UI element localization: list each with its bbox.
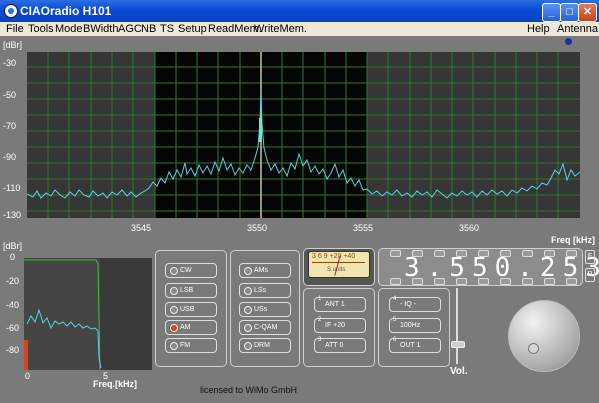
digit-down-arrow[interactable] [478,278,489,285]
y-tick: -130 [3,210,22,220]
s-meter: 3 6 9 +20 +40 S units [308,251,370,278]
r-button[interactable]: R [585,268,595,282]
knob-grip [528,343,539,354]
spectrum-plot[interactable] [27,52,580,218]
mode-cqam-button[interactable]: C-QAM [239,320,291,335]
volume-thumb[interactable] [451,341,465,348]
ant-button[interactable]: 1 ANT 1 [314,296,366,312]
filter-y-tick: -80 [6,345,20,355]
filter-unit: [dBr] [3,241,23,251]
iq-button[interactable]: 4- IQ - [389,296,441,312]
digit-down-arrow[interactable] [522,278,533,285]
digit-down-arrow[interactable] [434,278,445,285]
filter-passband [24,258,100,370]
digit-down-arrow[interactable] [544,278,555,285]
maximize-button[interactable]: □ [560,3,579,22]
mode-fm-button[interactable]: FM [165,338,217,353]
mode-cw-button[interactable]: CW [165,263,217,278]
mode-ams-button[interactable]: AMs [239,263,291,278]
menu-ts[interactable]: TS [160,23,174,35]
volume-track[interactable] [456,288,458,364]
menu-tools[interactable]: Tools [28,23,54,35]
spectrum-unit: [dBr] [3,40,23,50]
out-button[interactable]: 6 OUT 1 [389,337,441,353]
menu-antenna[interactable]: Antenna [557,23,598,35]
filter-x-tick: 0 [25,371,31,381]
if-gain-button[interactable]: 2 IF +20 [314,317,366,333]
minimize-button[interactable]: _ [542,3,561,22]
mode-am-button[interactable]: AM [165,320,217,335]
digit-down-arrow[interactable] [500,278,511,285]
filter-y-tick: -20 [6,276,20,286]
filter-plot[interactable] [24,258,152,370]
digit-down-arrow[interactable] [566,278,577,285]
att-button[interactable]: 3 ATT 0 [314,337,366,353]
spectrum-x-label: Freq [kHz] [551,235,596,245]
digit-down-arrow[interactable] [390,278,401,285]
x-tick: 3560 [459,223,480,233]
menu-mode[interactable]: Mode [55,23,83,35]
window-title: CIAOradio H101 [20,4,112,18]
app-icon[interactable] [4,4,18,18]
menu-writemem[interactable]: WriteMem. [254,23,307,35]
y-tick: -30 [3,58,17,68]
title-bar: CIAOradio H101 _ □ ✕ [0,0,599,22]
filter-x-label: Freq.[kHz] [93,379,138,389]
step-button[interactable]: 5 100Hz [389,317,441,333]
menu-setup[interactable]: Setup [178,23,207,35]
filter-y-tick: -40 [6,300,20,310]
digit-down-arrow[interactable] [456,278,467,285]
x-tick: 3545 [131,223,152,233]
menu-agc[interactable]: AGC [118,23,142,35]
digit-up-arrow[interactable] [390,250,401,257]
volume-label: Vol. [450,366,468,377]
carrier-peak [259,118,262,142]
menu-file[interactable]: File [6,23,24,35]
menu-bar: File Tools Mode BWidth AGC NB TS Setup R… [0,22,599,36]
y-tick: -110 [3,183,21,193]
status-led [565,38,572,45]
filter-svg [24,258,102,370]
s-meter-scale: 3 6 9 +20 +40 [312,253,356,260]
menu-nb[interactable]: NB [141,23,156,35]
menu-bwidth[interactable]: BWidth [83,23,118,35]
x-tick: 3555 [353,223,374,233]
license-text: licensed to WiMo GmbH [200,385,298,395]
spectrum-svg [27,52,580,218]
y-tick: -70 [3,121,17,131]
mode-lss-button[interactable]: LSs [239,283,291,298]
mode-usb-button[interactable]: USB [165,302,217,317]
spectrum-grid [27,52,580,218]
menu-help[interactable]: Help [527,23,550,35]
filter-y-tick: 0 [10,252,16,262]
mode-drm-button[interactable]: DRM [239,338,291,353]
x-tick: 3550 [247,223,268,233]
f-button[interactable]: F [585,250,595,264]
digit-down-arrow[interactable] [412,278,423,285]
tuning-knob[interactable] [508,300,580,372]
close-button[interactable]: ✕ [578,3,597,22]
mode-lsb-button[interactable]: LSB [165,283,217,298]
filter-y-tick: -60 [6,323,20,333]
mode-uss-button[interactable]: USs [239,302,291,317]
y-tick: -50 [3,90,17,100]
y-tick: -90 [3,152,17,162]
